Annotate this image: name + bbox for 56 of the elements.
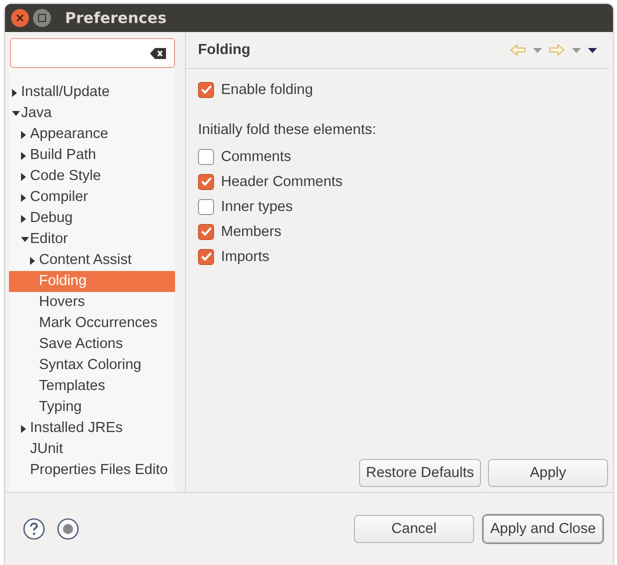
group-label: Initially fold these elements: <box>198 122 378 138</box>
checkbox[interactable] <box>198 174 214 190</box>
tree-item[interactable]: Templates <box>9 376 175 397</box>
maximize-button[interactable] <box>33 9 51 27</box>
tree-item[interactable]: Editor <box>9 229 175 250</box>
collapsed-icon[interactable] <box>21 172 26 180</box>
expanded-icon[interactable] <box>12 111 20 116</box>
tree-item[interactable]: Install/Update <box>9 82 175 103</box>
filter-field[interactable] <box>10 38 175 68</box>
maximize-icon[interactable] <box>38 14 46 22</box>
tree-item[interactable]: Properties Files Edito <box>9 460 175 481</box>
menu-icon[interactable] <box>588 48 597 52</box>
collapsed-icon[interactable] <box>21 152 26 160</box>
page-title: Folding <box>198 42 250 58</box>
checkbox[interactable] <box>198 248 214 264</box>
checkbox-label: Inner types <box>221 198 293 214</box>
checkbox-label: Enable folding <box>221 82 313 98</box>
collapsed-icon[interactable] <box>21 214 26 222</box>
restore-defaults-button[interactable]: Restore Defaults <box>359 459 481 487</box>
apply-and-close-button[interactable]: Apply and Close <box>483 515 603 543</box>
tree-item[interactable]: Compiler <box>9 187 175 208</box>
cancel-button[interactable]: Cancel <box>354 515 474 543</box>
expanded-icon[interactable] <box>21 237 29 242</box>
apply-button[interactable]: Apply <box>488 459 608 487</box>
collapsed-icon[interactable] <box>21 194 26 202</box>
checkbox[interactable] <box>198 82 214 98</box>
window-title: Preferences <box>65 9 167 27</box>
checkbox[interactable] <box>198 198 214 214</box>
tree-item[interactable]: Save Actions <box>9 334 175 355</box>
tree-item[interactable]: JUnit <box>9 439 175 460</box>
collapsed-icon[interactable] <box>30 256 35 264</box>
checkbox[interactable] <box>198 224 214 240</box>
checkbox-label: Imports <box>221 248 270 264</box>
tree-item[interactable]: Debug <box>9 208 175 229</box>
checkbox-label: Header Comments <box>221 174 343 190</box>
close-button[interactable] <box>11 9 29 27</box>
tree-item[interactable]: Appearance <box>9 124 175 145</box>
collapsed-icon[interactable] <box>21 130 26 138</box>
tree-item[interactable]: Build Path <box>9 145 175 166</box>
tree-item[interactable]: Content Assist <box>9 250 175 271</box>
clear-icon[interactable] <box>150 48 166 58</box>
tree-item[interactable]: Syntax Coloring <box>9 355 175 376</box>
tree-item[interactable]: Installed JREs <box>9 418 175 439</box>
tree-item[interactable]: Mark Occurrences <box>9 313 175 334</box>
checkbox-label: Comments <box>221 148 292 164</box>
tree-item[interactable]: Typing <box>9 397 175 418</box>
close-icon[interactable] <box>16 14 24 22</box>
help-icon[interactable] <box>23 518 45 540</box>
tree-item[interactable]: Hovers <box>9 292 175 313</box>
collapsed-icon[interactable] <box>12 88 17 96</box>
record-icon[interactable] <box>57 518 79 540</box>
tree-item[interactable]: Code Style <box>9 166 175 187</box>
checkbox-label: Members <box>221 224 282 240</box>
checkbox[interactable] <box>198 148 214 164</box>
tree-item[interactable]: Java <box>9 103 175 124</box>
collapsed-icon[interactable] <box>21 424 26 432</box>
